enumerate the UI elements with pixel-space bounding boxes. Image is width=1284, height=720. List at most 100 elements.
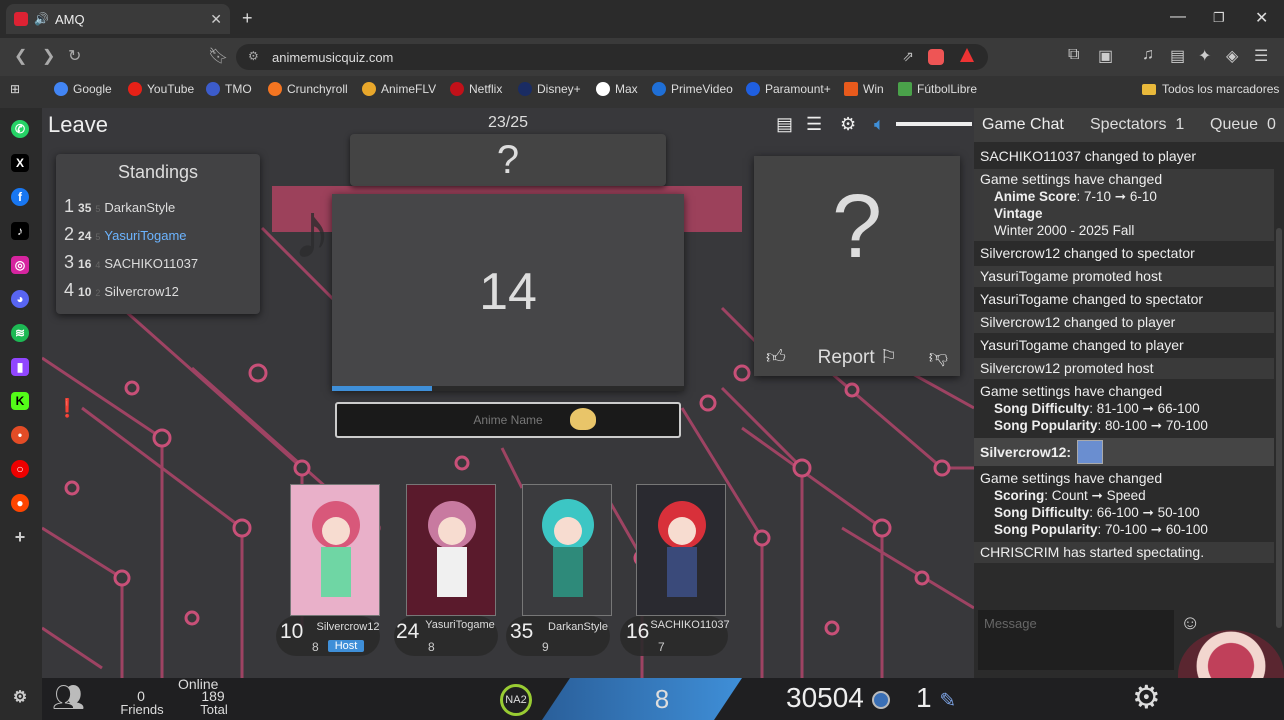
twitch-icon[interactable]: ▮: [11, 358, 29, 376]
thumbs-up-icon[interactable]: 👍︎: [766, 346, 786, 369]
bookmark-icon[interactable]: 🔖︎: [208, 46, 228, 66]
close-window-icon[interactable]: ✕: [1255, 8, 1268, 28]
minimize-icon[interactable]: —: [1170, 8, 1186, 26]
add-panel-icon[interactable]: +: [11, 527, 29, 547]
bookmark-google[interactable]: Google: [54, 82, 112, 96]
new-tab-icon[interactable]: +: [242, 8, 253, 29]
player-avatar-yasuritogame[interactable]: [406, 484, 497, 617]
friends-icon[interactable]: 👥︎: [52, 682, 86, 714]
amq-favicon-icon: [14, 12, 28, 26]
song-progress-bar: [332, 386, 684, 391]
chat-scrollbar[interactable]: [1276, 228, 1282, 628]
credits[interactable]: 30504: [786, 682, 890, 714]
standings-row: 3 16 4 SACHIKO11037: [64, 252, 198, 273]
list-view-icon[interactable]: ▤: [776, 114, 793, 135]
x-icon[interactable]: X: [11, 154, 29, 172]
bookmark-primevideo[interactable]: PrimeVideo: [652, 82, 733, 96]
standings-name[interactable]: Silvercrow12: [104, 284, 178, 299]
brave-shields-icon[interactable]: [928, 49, 944, 65]
report-button[interactable]: Report ⚐: [818, 346, 897, 369]
leave-button[interactable]: Leave: [48, 112, 108, 138]
bookmark-netflix[interactable]: Netflix: [450, 82, 502, 96]
leo-icon[interactable]: ✦: [1198, 46, 1211, 66]
player-avatar-darkanstyle[interactable]: [522, 484, 613, 617]
whatsapp-icon[interactable]: ✆: [11, 120, 29, 138]
player-avatar-sachiko11037[interactable]: [636, 484, 727, 617]
tab-queue[interactable]: Queue 0: [1210, 116, 1276, 134]
bookmark-max[interactable]: Max: [596, 82, 638, 96]
bookmark-futbollibre[interactable]: FútbolLibre: [898, 82, 977, 96]
player-name[interactable]: SACHIKO11037: [650, 619, 730, 631]
standings-name[interactable]: YasuriTogame: [104, 228, 186, 243]
chat-message: SACHIKO11037 changed to player: [974, 146, 1274, 169]
tab-game-chat[interactable]: Game Chat: [982, 116, 1064, 134]
tab-spectators[interactable]: Spectators 1: [1090, 116, 1184, 134]
tab-queue-label: Queue: [1210, 116, 1259, 133]
close-tab-icon[interactable]: ✕: [210, 11, 222, 28]
bookmark-label: Paramount+: [765, 82, 831, 96]
emoji-picker-icon[interactable]: ☺: [1180, 612, 1200, 635]
bookmark-win[interactable]: Win: [844, 82, 884, 96]
music-icon[interactable]: ♫: [1142, 46, 1154, 64]
browser-tab[interactable]: 🔊 AMQ ✕: [6, 4, 230, 34]
player-name[interactable]: DarkanStyle: [536, 621, 620, 633]
player-name[interactable]: YasuriTogame: [418, 619, 502, 631]
forward-icon[interactable]: ❯: [42, 46, 55, 66]
discord-icon[interactable]: ◕: [11, 290, 29, 308]
player-score: 10: [280, 620, 304, 643]
bookmark-disney[interactable]: Disney+: [518, 82, 581, 96]
kick-icon[interactable]: K: [11, 392, 29, 410]
player-score: 24: [396, 620, 420, 643]
bookmark-paramount[interactable]: Paramount+: [746, 82, 831, 96]
url-field[interactable]: ⚙︎ animemusicquiz.com ⇗: [236, 44, 988, 70]
reload-icon[interactable]: ↻: [68, 46, 81, 66]
standings-panel: Standings 1 35 5 DarkanStyle 2 24 5 Yasu…: [56, 154, 260, 314]
settings-change-head: Game settings have changed: [980, 470, 1163, 486]
standings-name[interactable]: SACHIKO11037: [104, 256, 198, 271]
tickets[interactable]: 1 ✎: [916, 682, 956, 714]
chat-username[interactable]: Silvercrow12:: [980, 444, 1071, 461]
reader-icon[interactable]: ▣: [1098, 46, 1113, 66]
back-icon[interactable]: ❮: [14, 46, 27, 66]
vpn-icon[interactable]: ◈: [1226, 46, 1238, 66]
restore-icon[interactable]: ❐: [1213, 10, 1225, 26]
total-label: Total: [200, 702, 228, 717]
report-row: 👍︎ Report ⚐ 👎︎: [754, 340, 960, 374]
answer-input[interactable]: Anime Name: [335, 402, 681, 438]
sidebar-settings-icon[interactable]: ⚙: [11, 688, 29, 706]
instagram-icon[interactable]: ◎: [11, 256, 29, 274]
apps-grid-icon[interactable]: ⊞: [10, 82, 20, 96]
all-bookmarks[interactable]: Todos los marcadores: [1142, 82, 1279, 96]
chat-message: Game settings have changed Scoring: Coun…: [974, 468, 1274, 542]
main-settings-icon[interactable]: ⚙: [1132, 678, 1161, 716]
bookmark-tmo[interactable]: TMO: [206, 82, 252, 96]
tiktok-icon[interactable]: ♪: [11, 222, 29, 240]
facebook-icon[interactable]: f: [11, 188, 29, 206]
site-info-icon[interactable]: ⚙︎: [248, 49, 259, 63]
volume-slider[interactable]: [896, 122, 972, 126]
brave-rewards-icon[interactable]: [960, 48, 974, 62]
bookmark-animeflv[interactable]: AnimeFLV: [362, 82, 436, 96]
opera-icon[interactable]: ○: [11, 460, 29, 478]
menu-list-icon[interactable]: ☰: [806, 114, 822, 135]
speaker-icon[interactable]: 🔊: [34, 12, 49, 26]
message-input[interactable]: Message: [978, 610, 1174, 670]
thumbs-down-icon[interactable]: 👎︎: [929, 346, 948, 369]
extensions-icon[interactable]: ⧉: [1068, 46, 1079, 64]
volume-icon[interactable]: 🔈︎: [874, 114, 885, 135]
reddit-icon[interactable]: ●: [11, 494, 29, 512]
spotify-icon[interactable]: ≋: [11, 324, 29, 342]
menu-icon[interactable]: ☰: [1254, 46, 1268, 66]
alert-icon[interactable]: ❗: [56, 398, 80, 420]
standings-name[interactable]: DarkanStyle: [104, 200, 175, 215]
bookmark-youtube[interactable]: YouTube: [128, 82, 194, 96]
game-settings-icon[interactable]: ⚙: [840, 114, 856, 135]
wallet-icon[interactable]: ▤: [1170, 46, 1185, 66]
player-name[interactable]: Silvercrow12: [306, 621, 390, 633]
player-avatar-silvercrow12[interactable]: [290, 484, 381, 617]
bookmark-crunchyroll[interactable]: Crunchyroll: [268, 82, 348, 96]
tab-spectators-label: Spectators: [1090, 116, 1167, 133]
crunchyroll-side-icon[interactable]: •: [11, 426, 29, 444]
share-icon[interactable]: ⇗: [902, 48, 914, 65]
level-badge[interactable]: NA2: [500, 684, 532, 716]
